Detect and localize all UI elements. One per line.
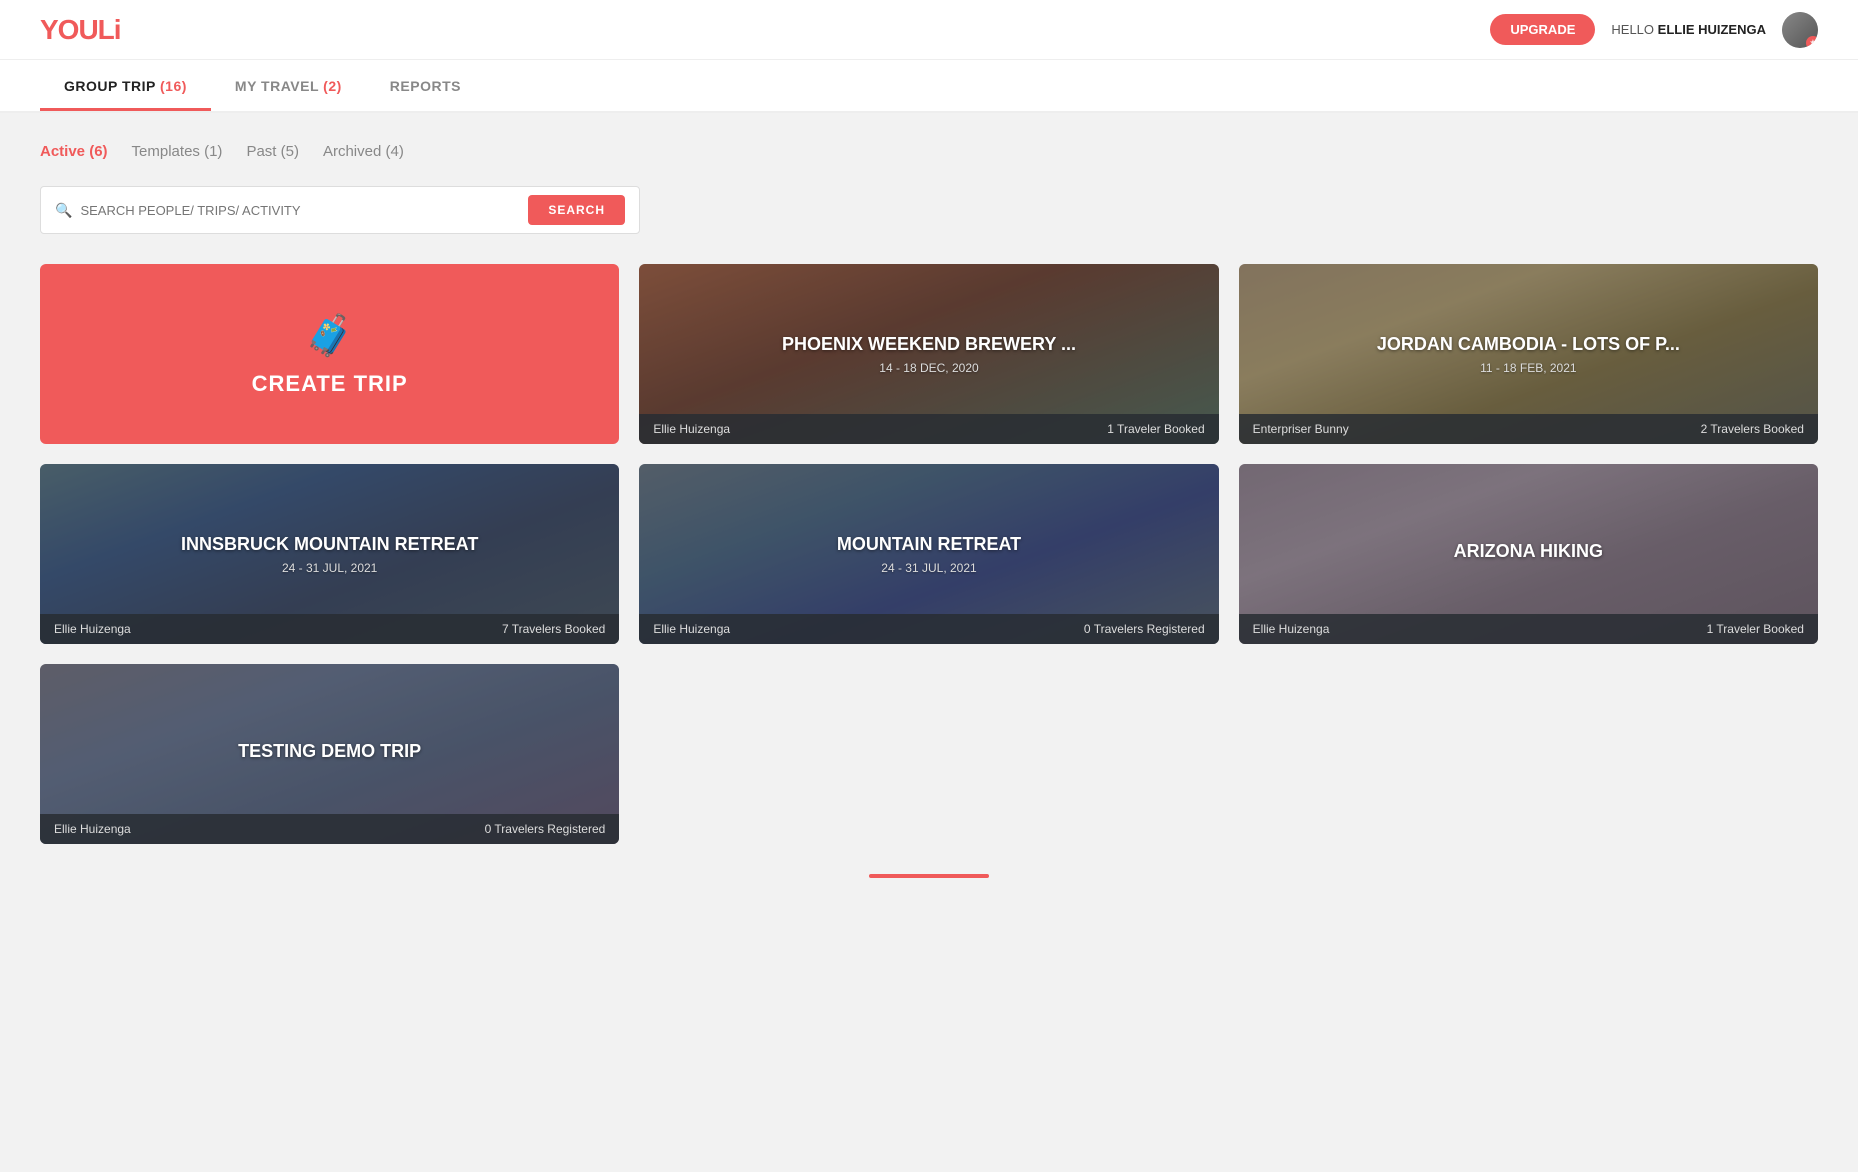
trip-travelers: 2 Travelers Booked — [1701, 422, 1804, 436]
suitcase-icon: 🧳 — [305, 312, 355, 359]
trip-travelers: 1 Traveler Booked — [1107, 422, 1204, 436]
scroll-hint — [40, 844, 1818, 888]
trip-dates: 11 - 18 FEB, 2021 — [1480, 361, 1577, 375]
trip-organizer: Enterpriser Bunny — [1253, 422, 1349, 436]
trip-title: JORDAN CAMBODIA - LOTS OF P... — [1377, 334, 1680, 355]
trip-card-footer: Ellie Huizenga 7 Travelers Booked — [40, 614, 619, 644]
trip-card-jordan[interactable]: JORDAN CAMBODIA - LOTS OF P... 11 - 18 F… — [1239, 264, 1818, 444]
trip-title: ARIZONA HIKING — [1454, 541, 1603, 562]
trip-travelers: 1 Traveler Booked — [1707, 622, 1804, 636]
trip-organizer: Ellie Huizenga — [54, 822, 131, 836]
trip-organizer: Ellie Huizenga — [54, 622, 131, 636]
trip-card-footer: Ellie Huizenga 0 Travelers Registered — [639, 614, 1218, 644]
search-icon: 🔍 — [55, 202, 72, 219]
trip-card-innsbruck[interactable]: INNSBRUCK MOUNTAIN RETREAT 24 - 31 JUL, … — [40, 464, 619, 644]
subtab-active[interactable]: Active (6) — [40, 143, 108, 162]
tab-group-trip[interactable]: GROUP TRIP (16) — [40, 60, 211, 111]
create-trip-card[interactable]: 🧳 CREATE TRIP — [40, 264, 619, 444]
trip-title: PHOENIX WEEKEND BREWERY ... — [782, 334, 1076, 355]
upgrade-button[interactable]: UPGRADE — [1490, 14, 1595, 45]
avatar[interactable]: ★ — [1782, 12, 1818, 48]
trip-organizer: Ellie Huizenga — [653, 622, 730, 636]
trip-travelers: 7 Travelers Booked — [502, 622, 605, 636]
header-right: UPGRADE HELLO ELLIE HUIZENGA ★ — [1490, 12, 1818, 48]
trip-title: MOUNTAIN RETREAT — [837, 534, 1021, 555]
trip-card-footer: Ellie Huizenga 1 Traveler Booked — [1239, 614, 1818, 644]
trip-title: TESTING DEMO TRIP — [238, 741, 421, 762]
tab-my-travel[interactable]: MY TRAVEL (2) — [211, 60, 366, 111]
main-nav: GROUP TRIP (16) MY TRAVEL (2) REPORTS — [0, 60, 1858, 113]
avatar-badge: ★ — [1806, 36, 1818, 48]
trip-card-footer: Ellie Huizenga 0 Travelers Registered — [40, 814, 619, 844]
tab-reports[interactable]: REPORTS — [366, 60, 485, 111]
trip-card-arizona[interactable]: ARIZONA HIKING Ellie Huizenga 1 Traveler… — [1239, 464, 1818, 644]
hello-text: HELLO ELLIE HUIZENGA — [1611, 22, 1766, 37]
create-trip-label: CREATE TRIP — [252, 371, 408, 397]
content: Active (6) Templates (1) Past (5) Archiv… — [0, 113, 1858, 918]
search-bar: 🔍 SEARCH — [40, 186, 640, 234]
trip-card-footer: Enterpriser Bunny 2 Travelers Booked — [1239, 414, 1818, 444]
trip-card-testing-demo[interactable]: TESTING DEMO TRIP Ellie Huizenga 0 Trave… — [40, 664, 619, 844]
scroll-bar — [869, 874, 989, 878]
trip-travelers: 0 Travelers Registered — [485, 822, 606, 836]
trip-card-footer: Ellie Huizenga 1 Traveler Booked — [639, 414, 1218, 444]
subtab-past[interactable]: Past (5) — [246, 143, 299, 162]
main-nav-tabs: GROUP TRIP (16) MY TRAVEL (2) REPORTS — [40, 60, 1818, 111]
subtab-archived[interactable]: Archived (4) — [323, 143, 404, 162]
trips-grid: 🧳 CREATE TRIP PHOENIX WEEKEND BREWERY ..… — [40, 264, 1818, 844]
search-input[interactable] — [80, 203, 520, 218]
trip-travelers: 0 Travelers Registered — [1084, 622, 1205, 636]
subtab-templates[interactable]: Templates (1) — [132, 143, 223, 162]
trip-card-phoenix[interactable]: PHOENIX WEEKEND BREWERY ... 14 - 18 DEC,… — [639, 264, 1218, 444]
trip-organizer: Ellie Huizenga — [653, 422, 730, 436]
sub-tabs: Active (6) Templates (1) Past (5) Archiv… — [40, 143, 1818, 162]
trip-title: INNSBRUCK MOUNTAIN RETREAT — [181, 534, 478, 555]
trip-organizer: Ellie Huizenga — [1253, 622, 1330, 636]
trip-dates: 24 - 31 JUL, 2021 — [282, 561, 377, 575]
search-button[interactable]: SEARCH — [528, 195, 625, 225]
trip-card-mountain-retreat[interactable]: MOUNTAIN RETREAT 24 - 31 JUL, 2021 Ellie… — [639, 464, 1218, 644]
trip-dates: 24 - 31 JUL, 2021 — [881, 561, 976, 575]
logo: YOULi — [40, 14, 121, 46]
header: YOULi UPGRADE HELLO ELLIE HUIZENGA ★ — [0, 0, 1858, 60]
trip-dates: 14 - 18 DEC, 2020 — [879, 361, 978, 375]
